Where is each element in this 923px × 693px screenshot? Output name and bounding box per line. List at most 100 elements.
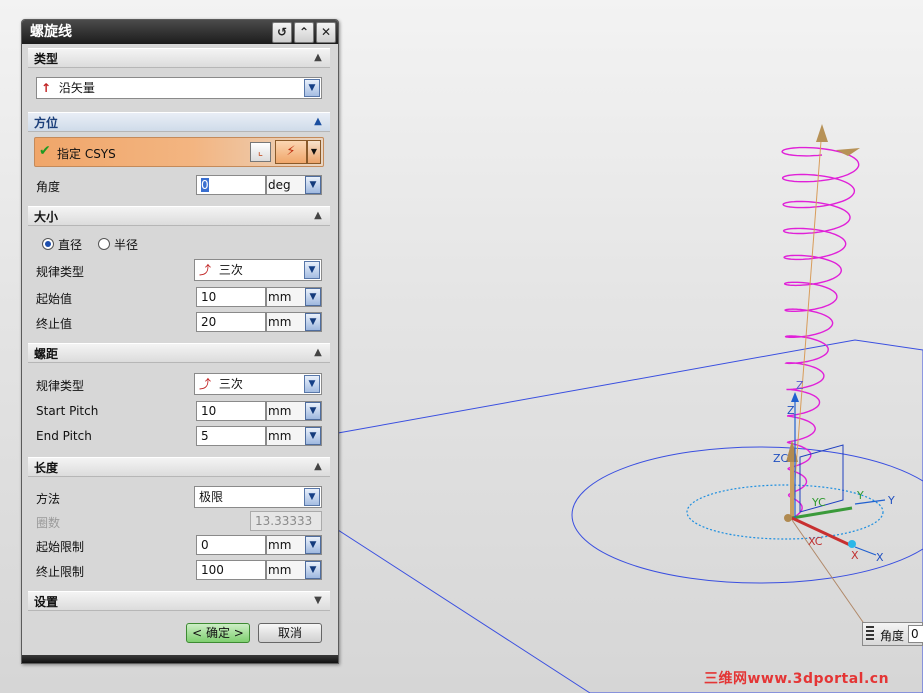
angle-input-value: 0 <box>201 178 209 192</box>
radius-radio[interactable] <box>98 238 110 250</box>
diameter-radio-label: 直径 <box>58 238 83 252</box>
label-y1: Y <box>856 489 864 502</box>
size-law-type-select[interactable]: ⤴ 三次 ▼ <box>194 259 322 281</box>
size-end-label: 终止值 <box>36 317 73 331</box>
section-type-label: 类型 <box>34 52 59 66</box>
datum-plane <box>337 339 923 693</box>
pitch-law-type-select[interactable]: ⤴ 三次 ▼ <box>194 373 322 395</box>
specify-csys-row[interactable]: ✔ 指定 CSYS ⌞ ⚡ ▼ <box>34 137 324 167</box>
chevron-up-icon[interactable]: ▲ <box>310 115 326 129</box>
end-pitch-label: End Pitch <box>36 429 92 443</box>
size-start-input[interactable]: 10 <box>196 287 266 307</box>
chevron-down-icon[interactable]: ▼ <box>304 488 320 506</box>
end-pitch-options-icon[interactable]: ▼ <box>305 427 321 445</box>
section-pitch-label: 螺距 <box>34 347 59 361</box>
start-pitch-label: Start Pitch <box>36 404 99 418</box>
grip-handle-icon[interactable] <box>866 626 874 642</box>
angle-options-icon[interactable]: ▼ <box>305 176 321 194</box>
turns-label: 圈数 <box>36 516 61 530</box>
diameter-radio[interactable] <box>42 238 54 250</box>
angle-widget-input[interactable]: 0 <box>908 625 923 643</box>
chevron-up-icon[interactable]: ▲ <box>310 209 326 223</box>
watermark: 三维网www.3dportal.cn <box>704 671 890 687</box>
section-length-label: 长度 <box>34 461 59 475</box>
size-end-input[interactable]: 20 <box>196 312 266 332</box>
start-pitch-options-icon[interactable]: ▼ <box>305 402 321 420</box>
check-icon: ✔ <box>39 143 51 159</box>
pitch-law-type-value: 三次 <box>218 377 243 391</box>
section-orientation-header[interactable]: 方位 ▲ <box>28 112 330 132</box>
end-limit-options-icon[interactable]: ▼ <box>305 561 321 579</box>
angle-widget-label: 角度 <box>880 629 905 643</box>
start-limit-unit: mm <box>268 538 292 552</box>
size-start-label: 起始值 <box>36 292 73 306</box>
method-select-value: 极限 <box>199 490 224 504</box>
chevron-down-icon[interactable]: ▼ <box>304 261 320 279</box>
section-type-header[interactable]: 类型 ▲ <box>28 48 330 68</box>
start-limit-input[interactable]: 0 <box>196 535 266 555</box>
turns-input: 13.33333 <box>250 511 322 531</box>
size-law-type-value: 三次 <box>218 263 243 277</box>
dialog-titlebar[interactable]: 螺旋线 ↺ ⌃ ✕ <box>22 20 338 44</box>
size-end-options-icon[interactable]: ▼ <box>305 313 321 331</box>
csys-dropdown-icon[interactable]: ▼ <box>307 140 321 164</box>
reset-icon[interactable]: ↺ <box>272 22 292 43</box>
section-pitch-header[interactable]: 螺距 ▲ <box>28 343 330 363</box>
ok-button[interactable]: < 确定 > <box>186 623 250 643</box>
chevron-up-icon[interactable]: ▲ <box>310 51 326 65</box>
end-limit-unit: mm <box>268 563 292 577</box>
label-xc: XC <box>808 535 823 548</box>
angle-input[interactable]: 0 <box>196 175 266 195</box>
close-icon[interactable]: ✕ <box>316 22 336 43</box>
start-pitch-unit: mm <box>268 404 292 418</box>
label-z-top: Z <box>796 379 804 392</box>
section-settings-header[interactable]: 设置 ▼ <box>28 591 330 611</box>
cancel-button[interactable]: 取消 <box>258 623 322 643</box>
label-x1: X <box>851 549 859 562</box>
size-end-unit: mm <box>268 315 292 329</box>
chevron-down-icon[interactable]: ▼ <box>304 375 320 393</box>
label-y2: Y <box>887 494 895 507</box>
start-limit-options-icon[interactable]: ▼ <box>305 536 321 554</box>
section-size-header[interactable]: 大小 ▲ <box>28 206 330 226</box>
angle-label: 角度 <box>36 180 61 194</box>
specify-csys-label: 指定 CSYS <box>57 147 116 161</box>
label-x2: X <box>876 551 884 564</box>
start-pitch-input[interactable]: 10 <box>196 401 266 421</box>
vector-arrow-icon: ↑ <box>41 81 52 95</box>
end-pitch-unit: mm <box>268 429 292 443</box>
chevron-up-icon[interactable]: ▲ <box>310 346 326 360</box>
size-start-options-icon[interactable]: ▼ <box>305 288 321 306</box>
label-zc: ZC <box>773 452 789 465</box>
collapse-dialog-icon[interactable]: ⌃ <box>294 22 314 43</box>
label-yc: YC <box>811 496 826 509</box>
section-settings-label: 设置 <box>34 595 59 609</box>
type-select[interactable]: ↑ 沿矢量 ▼ <box>36 77 322 99</box>
start-limit-label: 起始限制 <box>36 540 85 554</box>
chevron-down-icon[interactable]: ▼ <box>304 79 320 97</box>
end-pitch-input[interactable]: 5 <box>196 426 266 446</box>
chevron-down-icon[interactable]: ▼ <box>310 594 326 608</box>
cubic-law-icon: ⤴ <box>199 377 212 391</box>
end-limit-input[interactable]: 100 <box>196 560 266 580</box>
dialog-footer-bar <box>22 655 338 663</box>
cubic-law-icon: ⤴ <box>199 263 212 277</box>
chevron-up-icon[interactable]: ▲ <box>310 460 326 474</box>
type-select-value: 沿矢量 <box>58 81 95 95</box>
section-length-header[interactable]: 长度 ▲ <box>28 457 330 477</box>
method-label: 方法 <box>36 492 61 506</box>
size-start-unit: mm <box>268 290 292 304</box>
section-size-label: 大小 <box>34 210 59 224</box>
angle-unit: deg <box>268 178 291 192</box>
radius-radio-label: 半径 <box>114 238 139 252</box>
size-law-type-label: 规律类型 <box>36 265 85 279</box>
end-limit-label: 终止限制 <box>36 565 85 579</box>
section-orientation-label: 方位 <box>34 116 59 130</box>
csys-dialog-icon[interactable]: ⌞ <box>250 142 271 162</box>
dialog-title: 螺旋线 <box>30 24 72 40</box>
method-select[interactable]: 极限 ▼ <box>194 486 322 508</box>
inferred-csys-icon[interactable]: ⚡ <box>275 140 307 164</box>
pitch-law-type-label: 规律类型 <box>36 379 85 393</box>
label-z: Z <box>787 404 795 417</box>
angle-screen-input[interactable]: 角度 0 <box>862 622 923 646</box>
